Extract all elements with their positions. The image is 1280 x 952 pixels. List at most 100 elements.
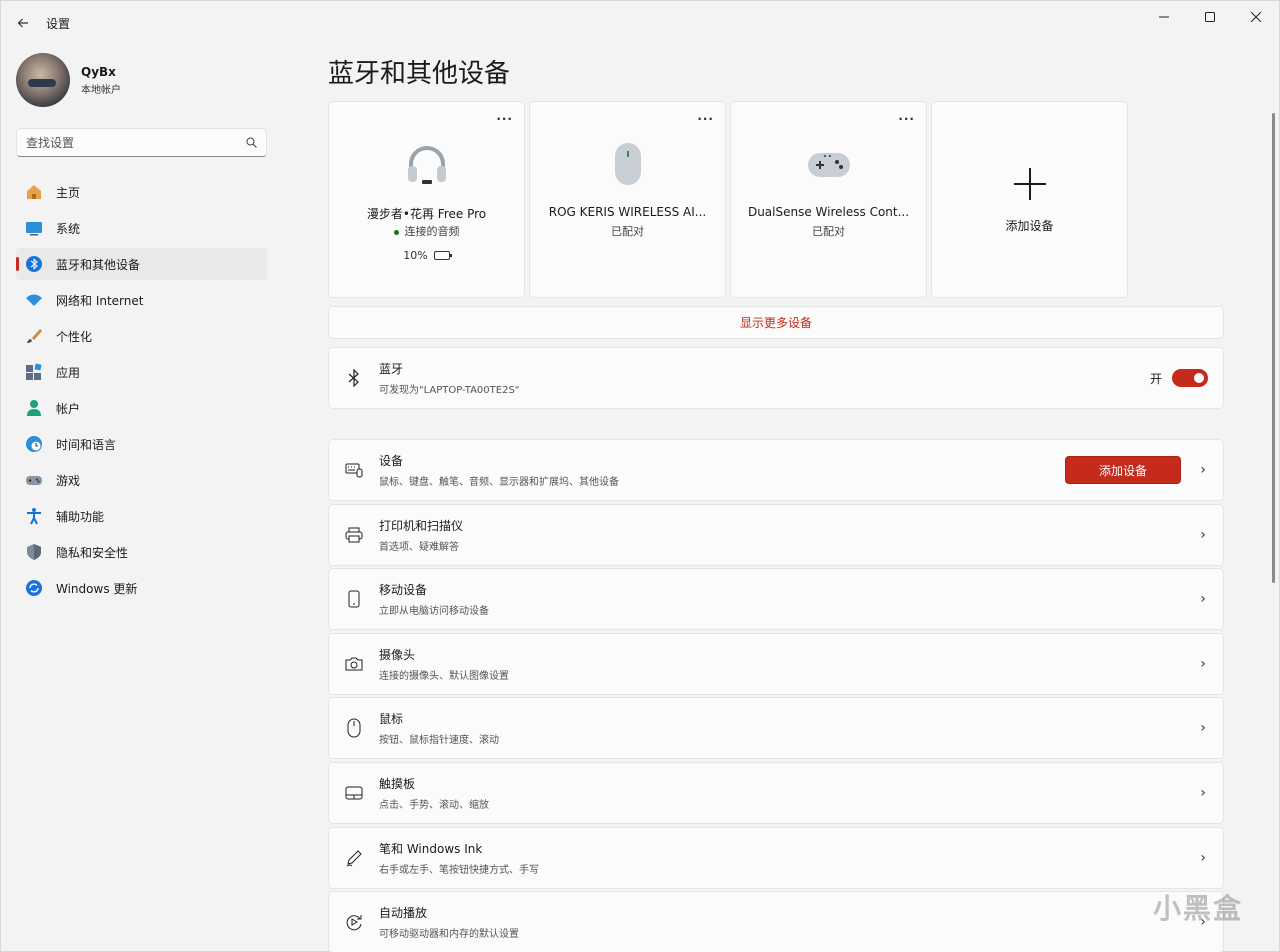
connected-indicator [393,229,399,235]
row-subtitle: 首选项、疑难解答 [379,542,459,553]
toggle-state-label: 开 [1149,371,1162,386]
avatar [16,53,70,107]
accessibility-icon [25,507,43,525]
row-title: 移动设备 [379,583,428,597]
bluetooth-icon [25,255,43,273]
add-device-card[interactable]: 添加设备 [931,101,1128,298]
mouse-icon [530,140,725,188]
settings-row-autoplay[interactable]: 自动播放 可移动驱动器和内存的默认设置 › [328,891,1224,952]
mouse-icon [329,718,379,738]
device-battery: 10% [329,249,524,262]
settings-row-pen[interactable]: 笔和 Windows Ink 右手或左手、笔按钮快捷方式、手写 › [328,827,1224,889]
account-icon [25,399,43,417]
maximize-icon [1205,12,1215,22]
sidebar-item-accessibility[interactable]: 辅助功能 [16,500,267,532]
sidebar-item-label: 系统 [56,221,81,236]
device-card[interactable]: ··· 漫步者•花再 Free Pro 连接的音频 10% [328,101,525,298]
search-icon[interactable] [246,137,257,148]
sidebar-item-label: 应用 [56,365,81,380]
settings-row-mobile[interactable]: 移动设备 立即从电脑访问移动设备 › [328,568,1224,630]
bluetooth-subtitle: 可发现为"LAPTOP-TA00TE2S" [379,385,520,396]
more-options-button[interactable]: ··· [898,112,915,126]
search-input[interactable] [26,135,246,150]
row-subtitle: 连接的摄像头、默认图像设置 [379,671,509,682]
sidebar-item-network[interactable]: 网络和 Internet [16,284,267,316]
sidebar-item-home[interactable]: 主页 [16,176,267,208]
sidebar-item-windows-update[interactable]: Windows 更新 [16,572,267,604]
settings-window: 设置 QyBx 本地帐户 主页 系统 [0,0,1280,952]
bluetooth-row: 蓝牙 可发现为"LAPTOP-TA00TE2S" 开 [328,347,1224,409]
settings-row-camera[interactable]: 摄像头 连接的摄像头、默认图像设置 › [328,633,1224,695]
chevron-right-icon: › [1200,656,1206,672]
gamepad-icon [25,471,43,489]
search-box[interactable] [16,128,267,157]
more-options-button[interactable]: ··· [496,112,513,126]
sidebar-item-gaming[interactable]: 游戏 [16,464,267,496]
home-icon [25,183,43,201]
bluetooth-toggle[interactable] [1172,369,1208,387]
device-status: 已配对 [812,225,845,238]
row-title: 打印机和扫描仪 [379,519,464,533]
row-title: 设备 [379,454,404,468]
row-subtitle: 可移动驱动器和内存的默认设置 [379,929,519,940]
devices-icon [329,462,379,478]
battery-icon [433,251,452,260]
sidebar-item-label: 蓝牙和其他设备 [56,257,141,272]
sidebar-item-system[interactable]: 系统 [16,212,267,244]
close-icon [1251,12,1261,22]
update-icon [25,579,43,597]
device-status: 已配对 [611,225,644,238]
add-device-button[interactable]: 添加设备 [1065,456,1181,484]
row-subtitle: 鼠标、键盘、触笔、音频、显示器和扩展坞、其他设备 [379,477,619,488]
device-name: ROG KERIS WIRELESS AI... [548,205,707,219]
row-title: 触摸板 [379,777,416,791]
autoplay-icon [329,913,379,931]
gamepad-icon [731,140,926,188]
sidebar-item-personalization[interactable]: 个性化 [16,320,267,352]
sidebar-item-label: 隐私和安全性 [56,545,129,560]
profile-account-type: 本地帐户 [81,84,121,96]
sidebar-item-label: Windows 更新 [56,581,138,596]
show-more-devices-button[interactable]: 显示更多设备 [328,306,1224,339]
sidebar-item-apps[interactable]: 应用 [16,356,267,388]
chevron-right-icon: › [1200,591,1206,607]
settings-row-printers[interactable]: 打印机和扫描仪 首选项、疑难解答 › [328,504,1224,566]
sidebar-item-label: 辅助功能 [56,509,105,524]
add-device-label: 添加设备 [1005,219,1054,233]
device-name: 漫步者•花再 Free Pro [366,207,487,221]
minimize-button[interactable] [1141,1,1187,33]
chevron-right-icon: › [1200,462,1206,478]
row-title: 鼠标 [379,712,404,726]
close-button[interactable] [1233,1,1279,33]
sidebar-item-label: 个性化 [56,329,93,344]
back-button[interactable] [11,11,35,35]
sidebar-item-time-language[interactable]: 时间和语言 [16,428,267,460]
system-icon [25,219,43,237]
wifi-icon [25,291,43,309]
sidebar-item-bluetooth[interactable]: 蓝牙和其他设备 [16,248,267,280]
minimize-icon [1159,16,1169,18]
maximize-button[interactable] [1187,1,1233,33]
bluetooth-icon [329,369,379,387]
arrow-left-icon [17,18,28,28]
settings-row-touchpad[interactable]: 触摸板 点击、手势、滚动、缩放 › [328,762,1224,824]
chevron-right-icon: › [1200,527,1206,543]
touchpad-icon [329,786,379,800]
device-card[interactable]: ··· ROG KERIS WIRELESS AI... 已配对 [529,101,726,298]
shield-icon [25,543,43,561]
row-subtitle: 立即从电脑访问移动设备 [379,606,489,617]
user-profile[interactable]: QyBx 本地帐户 [16,53,121,107]
more-options-button[interactable]: ··· [697,112,714,126]
settings-row-devices[interactable]: 设备 鼠标、键盘、触笔、音频、显示器和扩展坞、其他设备 添加设备 › [328,439,1224,501]
device-card[interactable]: ··· DualSense Wireless Cont... 已配对 [730,101,927,298]
sidebar-item-accounts[interactable]: 帐户 [16,392,267,424]
settings-row-mouse[interactable]: 鼠标 按钮、鼠标指针速度、滚动 › [328,697,1224,759]
sidebar-item-label: 游戏 [56,473,81,488]
title-bar: 设置 [1,1,1279,41]
plus-icon [932,162,1127,210]
sidebar-item-label: 主页 [56,185,81,200]
sidebar-nav: 主页 系统 蓝牙和其他设备 网络和 Internet 个性化 应用 帐户 时间和… [16,176,267,608]
sidebar-item-privacy[interactable]: 隐私和安全性 [16,536,267,568]
row-subtitle: 按钮、鼠标指针速度、滚动 [379,735,499,746]
scrollbar[interactable] [1272,113,1275,583]
